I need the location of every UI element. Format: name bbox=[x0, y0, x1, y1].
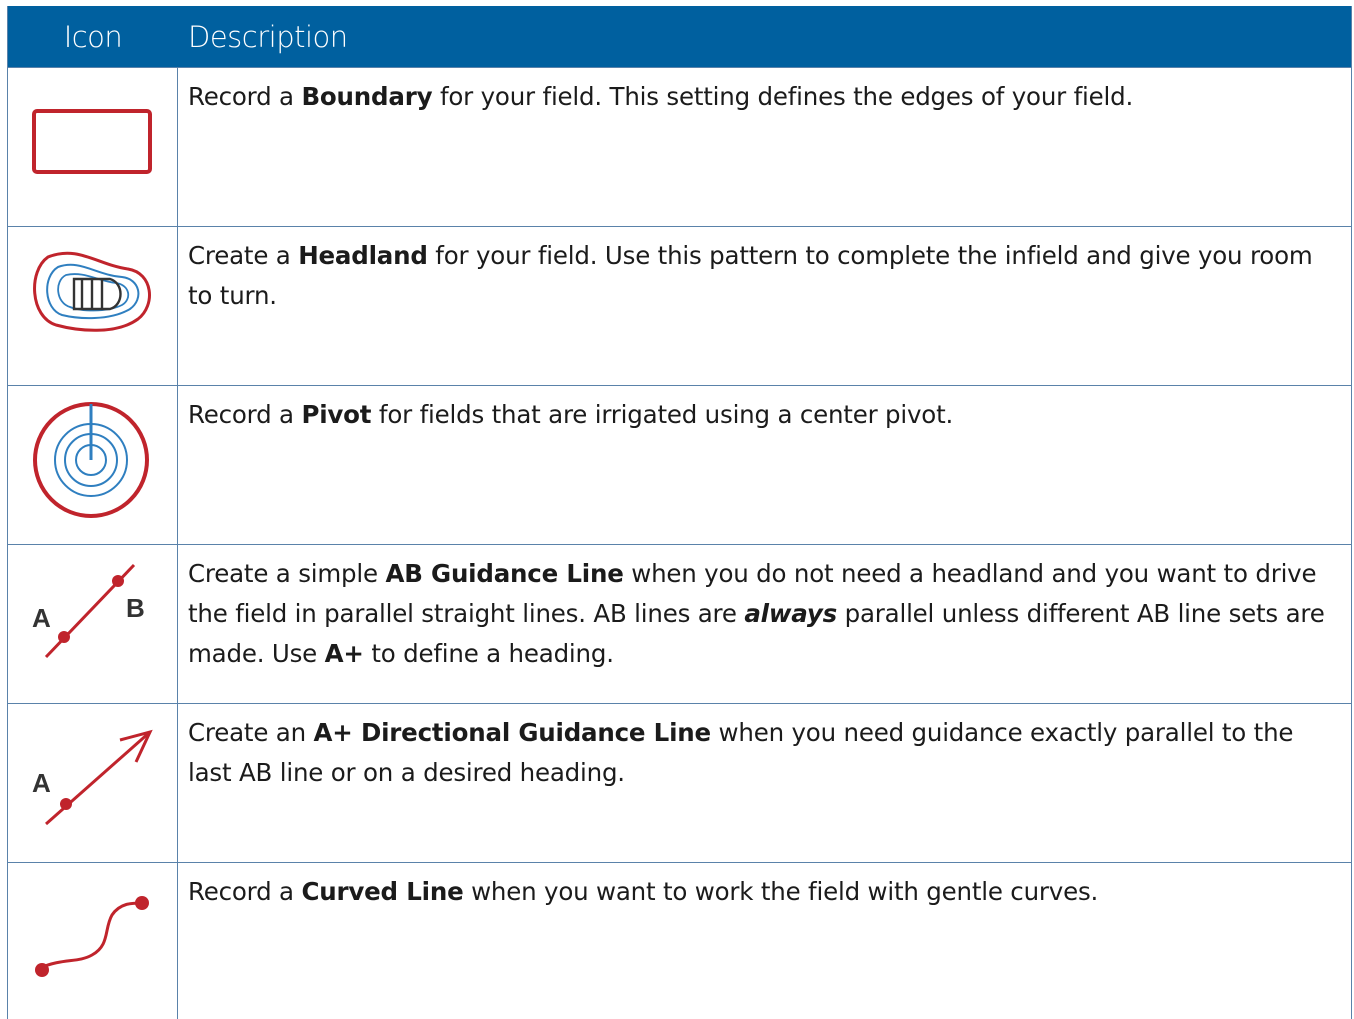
icon-cell bbox=[8, 68, 178, 226]
table-row: Record a Curved Line when you want to wo… bbox=[8, 863, 1351, 1019]
description-text: Record a bbox=[188, 400, 302, 429]
description-text: Create a simple bbox=[188, 559, 386, 588]
table-header: Icon Description bbox=[8, 6, 1351, 68]
description-text: for your field. This setting defines the… bbox=[432, 82, 1134, 111]
row-description: Record a Boundary for your field. This s… bbox=[178, 68, 1351, 226]
bold-term: Pivot bbox=[301, 400, 372, 429]
boundary-icon bbox=[32, 109, 152, 174]
icon-cell bbox=[8, 386, 178, 544]
description-text: for fields that are irrigated using a ce… bbox=[371, 400, 954, 429]
ab-line-icon: A B bbox=[32, 563, 145, 659]
bold-term: AB Guidance Line bbox=[385, 559, 624, 588]
row-description: Create a simple AB Guidance Line when yo… bbox=[178, 545, 1351, 703]
curved-line-icon bbox=[35, 896, 149, 977]
icon-description-table: Icon Description Record a Boundary for y… bbox=[7, 6, 1352, 1019]
table-row: Create a Headland for your field. Use th… bbox=[8, 227, 1351, 386]
header-description-column: Description bbox=[188, 19, 348, 54]
icon-cell bbox=[8, 863, 178, 1019]
table-row: Record a Pivot for fields that are irrig… bbox=[8, 386, 1351, 545]
headland-icon bbox=[33, 251, 151, 332]
row-description: Create a Headland for your field. Use th… bbox=[178, 227, 1351, 385]
description-text: when you want to work the field with gen… bbox=[463, 877, 1099, 906]
bold-term: A+ bbox=[324, 639, 364, 668]
table-row: Record a Boundary for your field. This s… bbox=[8, 68, 1351, 227]
label-b: B bbox=[126, 593, 145, 623]
icon-cell: A B bbox=[8, 545, 178, 703]
bold-term: Boundary bbox=[301, 82, 433, 111]
row-description: Record a Curved Line when you want to wo… bbox=[178, 863, 1351, 1019]
description-text: Record a bbox=[188, 877, 302, 906]
description-text: to define a heading. bbox=[363, 639, 614, 668]
description-text: Record a bbox=[188, 82, 302, 111]
pivot-icon bbox=[33, 402, 149, 518]
description-text: Create a bbox=[188, 241, 299, 270]
row-description: Record a Pivot for fields that are irrig… bbox=[178, 386, 1351, 544]
icon-cell bbox=[8, 227, 178, 385]
header-icon-column: Icon bbox=[63, 19, 123, 54]
bold-term: A+ Directional Guidance Line bbox=[313, 718, 712, 747]
label-a: A bbox=[32, 768, 51, 798]
bold-term: Headland bbox=[298, 241, 428, 270]
table-row: A Create an A+ Directional Guidance Line… bbox=[8, 704, 1351, 863]
a-plus-line-icon: A bbox=[32, 729, 153, 826]
row-description: Create an A+ Directional Guidance Line w… bbox=[178, 704, 1351, 862]
description-text: Create an bbox=[188, 718, 314, 747]
bold-term: Curved Line bbox=[301, 877, 464, 906]
icon-cell: A bbox=[8, 704, 178, 862]
label-a: A bbox=[32, 603, 51, 633]
table-row: A B Create a simple AB Guidance Line whe… bbox=[8, 545, 1351, 704]
emphasis-text: always bbox=[744, 599, 838, 628]
